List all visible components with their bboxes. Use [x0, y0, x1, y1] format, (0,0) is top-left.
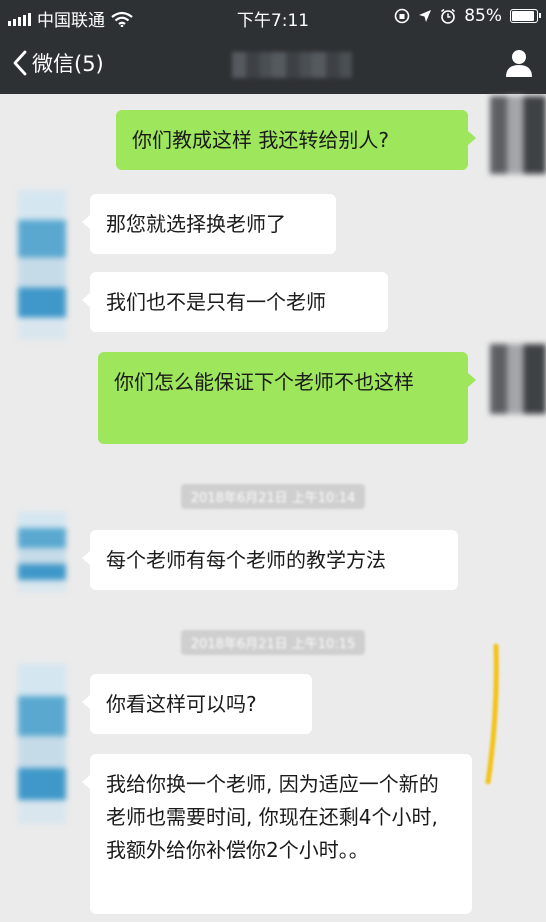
avatar-contact[interactable] [18, 190, 66, 340]
message-bubble-incoming[interactable]: 我们也不是只有一个老师 [82, 272, 388, 332]
message-text: 那您就选择换老师了 [106, 212, 286, 236]
back-label: 微信(5) [32, 52, 104, 76]
back-button[interactable]: 微信(5) [12, 48, 104, 78]
timestamp-text: 2018年6月21日 上午10:15 [180, 630, 366, 655]
chat-area[interactable]: 你们教成这样 我还转给别人? 那您就选择换老师了 我们也不是只有一个老师 你们怎… [0, 94, 546, 922]
message-bubble-incoming[interactable]: 每个老师有每个老师的教学方法 [82, 530, 458, 590]
message-bubble-outgoing[interactable]: 你们怎么能保证下个老师不也这样 [98, 352, 476, 444]
chevron-left-icon [13, 50, 27, 76]
avatar-self[interactable] [490, 344, 546, 414]
message-text: 每个老师有每个老师的教学方法 [106, 548, 386, 572]
avatar-contact[interactable] [18, 512, 66, 592]
status-bar: 中国联通 下午7:11 85% [0, 0, 546, 32]
battery-percent: 85% [464, 6, 502, 26]
message-text: 你们教成这样 我还转给别人? [132, 128, 389, 152]
message-bubble-incoming[interactable]: 你看这样可以吗? [82, 674, 312, 734]
message-bubble-outgoing[interactable]: 你们教成这样 我还转给别人? [116, 110, 476, 170]
message-bubble-incoming[interactable]: 那您就选择换老师了 [82, 194, 336, 254]
rotation-lock-icon [394, 8, 410, 24]
timestamp: 2018年6月21日 上午10:15 [0, 630, 546, 655]
message-text: 你们怎么能保证下个老师不也这样 [114, 370, 414, 394]
nav-bar: 微信(5) [0, 32, 546, 94]
avatar-self[interactable] [490, 96, 546, 174]
message-text: 我们也不是只有一个老师 [106, 290, 326, 314]
timestamp-text: 2018年6月21日 上午10:14 [180, 484, 366, 509]
timestamp: 2018年6月21日 上午10:14 [0, 484, 546, 509]
profile-icon[interactable] [504, 48, 534, 78]
location-icon [419, 10, 432, 22]
chat-title-redacted [232, 52, 352, 78]
highlight-mark [485, 644, 499, 784]
message-text: 我给你换一个老师, 因为适应一个新的老师也需要时间, 你现在还剩4个小时, 我额… [106, 772, 439, 862]
status-right: 85% [394, 6, 541, 26]
alarm-icon [441, 8, 456, 24]
message-bubble-incoming[interactable]: 我给你换一个老师, 因为适应一个新的老师也需要时间, 你现在还剩4个小时, 我额… [82, 754, 472, 914]
battery-level [512, 11, 535, 21]
battery-icon [510, 9, 541, 23]
message-text: 你看这样可以吗? [106, 692, 257, 716]
avatar-contact[interactable] [18, 664, 66, 824]
